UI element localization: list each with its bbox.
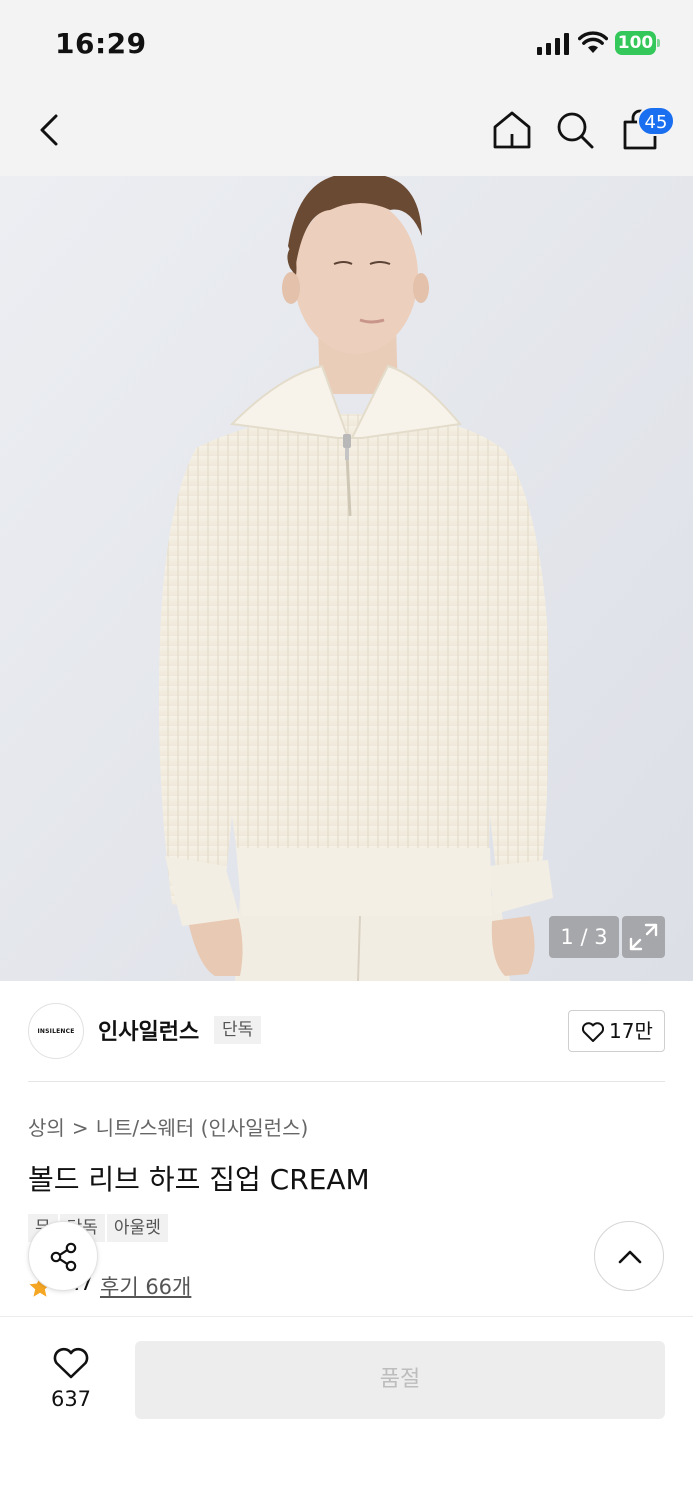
bottom-action-bar: 637 품절 — [0, 1316, 693, 1500]
product-photo — [0, 176, 693, 981]
search-icon[interactable] — [553, 108, 597, 152]
brand-row: INSILENCE 인사일런스 단독 17만 — [28, 1002, 665, 1082]
back-chevron-icon[interactable] — [30, 110, 70, 150]
home-icon[interactable] — [490, 108, 534, 152]
expand-button[interactable] — [622, 916, 665, 958]
top-nav — [0, 88, 693, 176]
tag: 아울렛 — [106, 1214, 168, 1242]
battery-icon: 100 — [615, 31, 660, 55]
scroll-to-top-button[interactable] — [594, 1221, 664, 1291]
cart-count-badge[interactable]: 45 — [637, 106, 675, 136]
chevron-right-icon: > — [71, 1116, 89, 1140]
breadcrumb: 상의 > 니트/스웨터 (인사일런스) — [28, 1112, 308, 1141]
status-bar: 16:29 100 — [0, 0, 693, 88]
cellular-signal-icon — [537, 33, 569, 55]
wifi-icon — [578, 31, 608, 53]
image-pager: 1 / 3 — [549, 916, 619, 958]
heart-icon — [581, 1022, 605, 1042]
brand-like-count: 17만 — [609, 1019, 653, 1043]
sold-out-button[interactable]: 품절 — [135, 1341, 665, 1419]
brand-follow-button[interactable]: 17만 — [568, 1010, 665, 1052]
expand-icon — [629, 923, 658, 951]
status-time: 16:29 — [55, 27, 147, 60]
breadcrumb-item[interactable]: 상의 — [28, 1116, 65, 1140]
heart-icon — [53, 1347, 89, 1379]
share-icon — [50, 1242, 77, 1272]
share-button[interactable] — [28, 1221, 98, 1291]
product-image[interactable] — [0, 176, 693, 981]
exclusive-tag: 단독 — [214, 1016, 262, 1044]
chevron-up-icon — [618, 1250, 642, 1264]
breadcrumb-item[interactable]: 니트/스웨터 (인사일런스) — [96, 1116, 309, 1140]
like-count: 637 — [50, 1387, 92, 1411]
battery-level: 100 — [617, 33, 654, 53]
brand-name[interactable]: 인사일런스 — [98, 1014, 199, 1046]
product-title: 볼드 리브 하프 집업 CREAM — [28, 1163, 370, 1196]
brand-logo[interactable]: INSILENCE — [28, 1003, 84, 1059]
like-button[interactable]: 637 — [28, 1341, 114, 1421]
reviews-link[interactable]: 후기 66개 — [100, 1271, 191, 1301]
